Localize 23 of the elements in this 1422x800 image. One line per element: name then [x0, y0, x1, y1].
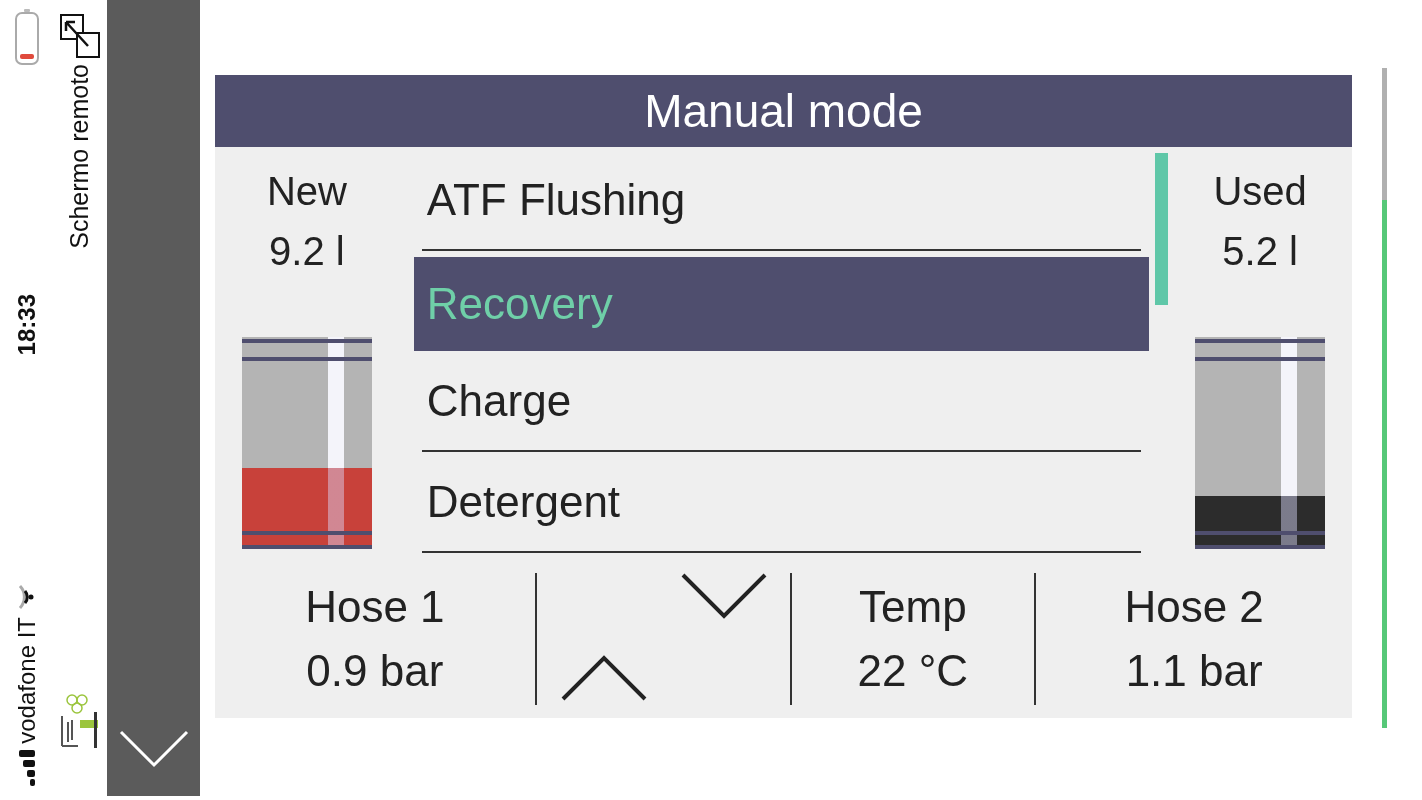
tank-reading: 5.2 l [1222, 228, 1298, 275]
gauge-label: Hose 2 [1124, 581, 1264, 633]
resize-icon[interactable] [59, 14, 100, 58]
app-title: Schermo remoto [65, 64, 94, 249]
status-time: 18:33 [12, 293, 41, 356]
gauge-label: Temp [859, 581, 967, 633]
menu-item[interactable]: Recovery [413, 257, 1150, 351]
battery-icon [13, 8, 40, 66]
gauge-label: Hose 1 [305, 581, 445, 633]
tank-reading: 9.2 l [269, 228, 345, 275]
screen-title: Manual mode [215, 75, 1352, 147]
carrier-name: vodafone IT [12, 617, 41, 744]
chevron-down-icon[interactable] [680, 573, 767, 619]
chevron-up-icon[interactable] [560, 655, 647, 701]
menu-item[interactable]: ATF Flushing [421, 150, 1142, 251]
gauge-reading: 0.9 bar [306, 645, 444, 697]
menu-item[interactable]: Detergent [421, 452, 1142, 553]
tank-label: Used [1213, 168, 1307, 215]
signal-icon [16, 750, 37, 786]
gauge-reading: 22 °C [857, 645, 969, 697]
menu-item[interactable]: Charge [421, 351, 1142, 452]
gauge-reading: 1.1 bar [1125, 645, 1263, 697]
tank-label: New [266, 168, 347, 215]
